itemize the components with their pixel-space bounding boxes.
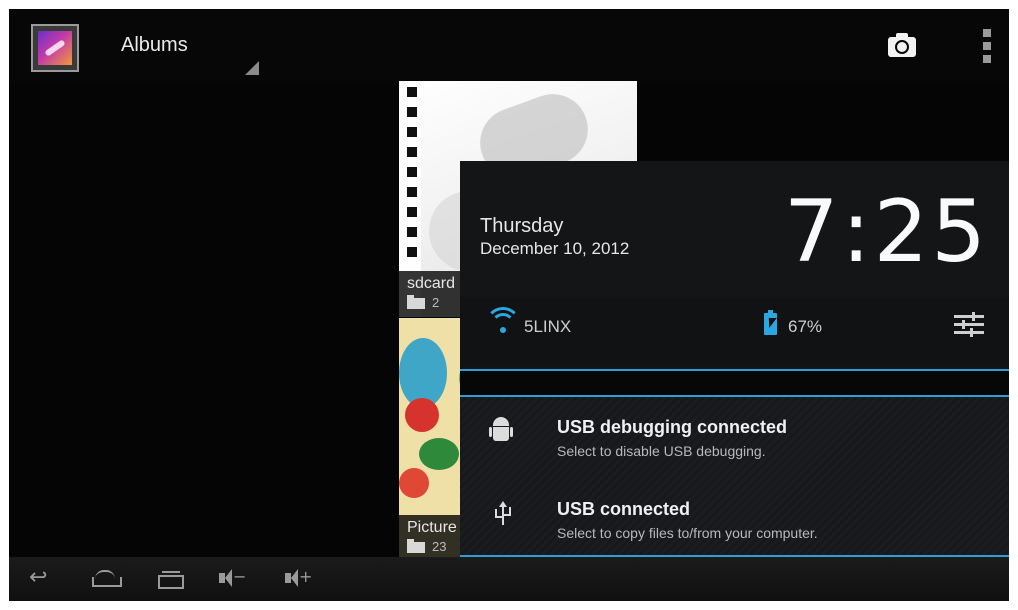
android-debug-icon (489, 417, 513, 445)
usb-branch (503, 514, 511, 516)
android-body (493, 427, 509, 441)
android-arm (510, 427, 513, 437)
action-bar: Albums (9, 9, 1009, 83)
battery-charging-icon (764, 310, 777, 335)
settings-slider-knob (970, 328, 973, 337)
usb-branch (495, 516, 503, 518)
android-head (493, 417, 509, 426)
overflow-dot (983, 55, 991, 63)
date-label: December 10, 2012 (480, 239, 630, 258)
shade-gap (460, 371, 1009, 395)
notification-title: USB debugging connected (557, 417, 788, 437)
clock-time: 7:25 (783, 182, 989, 282)
film-hole (407, 227, 417, 237)
notification-shade: Thursday December 10, 2012 7:25 5LINX 67… (460, 161, 1009, 557)
film-hole (407, 147, 417, 157)
overflow-dot (983, 42, 991, 50)
film-hole (407, 107, 417, 117)
gallery-app-icon[interactable] (31, 24, 79, 72)
album-name: sdcard (407, 275, 456, 292)
home-button[interactable] (89, 565, 123, 593)
back-button[interactable] (25, 565, 59, 593)
settings-slider-line (954, 323, 984, 326)
battery-percentage: 67% (788, 317, 823, 336)
camera-icon-body (888, 37, 916, 57)
notification-usb-debugging[interactable]: USB debugging connected Select to disabl… (460, 397, 1009, 475)
thumbnail-shape (405, 398, 439, 432)
date-time-header: Thursday December 10, 2012 7:25 (460, 161, 1009, 297)
volume-down-button[interactable]: − (215, 565, 249, 593)
wifi-arc (491, 313, 515, 337)
wifi-dot (500, 327, 506, 333)
notification-usb-connected[interactable]: USB connected Select to copy files to/fr… (460, 479, 1009, 557)
thumbnail-shape (399, 468, 429, 498)
settings-slider-knob (972, 312, 975, 321)
overflow-menu-icon (983, 29, 991, 37)
camera-button[interactable] (885, 31, 919, 61)
folder-icon (407, 539, 425, 553)
notification-title: USB connected (557, 499, 691, 519)
volume-up-button[interactable]: + (281, 565, 315, 593)
film-hole (407, 167, 417, 177)
plus-icon: + (299, 567, 313, 586)
album-name: Picture (407, 519, 457, 536)
folder-icon (407, 295, 425, 309)
album-count: 23 (432, 539, 447, 554)
film-hole (407, 87, 417, 97)
system-nav-bar: − + (9, 557, 1009, 601)
thumbnail-shape (419, 438, 459, 470)
android-arm (489, 427, 492, 437)
settings-sliders-icon (954, 315, 984, 318)
settings-slider-line (954, 331, 984, 334)
film-hole (407, 127, 417, 137)
usb-icon (494, 501, 512, 527)
film-hole (407, 247, 417, 257)
spinner-indicator-icon (245, 61, 259, 75)
film-hole (407, 207, 417, 217)
status-row: 5LINX 67% (460, 297, 1009, 365)
settings-slider-knob (962, 320, 965, 329)
quick-settings-button[interactable] (954, 309, 984, 339)
film-hole (407, 187, 417, 197)
album-count: 2 (432, 295, 440, 310)
wifi-network-name[interactable]: 5LINX (524, 317, 571, 337)
notification-text: Select to copy files to/from your comput… (557, 525, 818, 541)
overflow-menu-button[interactable] (979, 29, 995, 65)
weekday-label: Thursday (480, 215, 564, 237)
recent-apps-button[interactable] (152, 565, 186, 593)
wifi-icon (485, 307, 521, 337)
albums-spinner-title[interactable]: Albums (121, 34, 188, 57)
notification-list: USB debugging connected Select to disabl… (460, 397, 1009, 555)
device-screen: Albums sdcard 2 Picture 23 Thursday Dece… (9, 9, 1009, 601)
clock: 7:25 (784, 189, 989, 275)
notification-text: Select to disable USB debugging. (557, 443, 766, 459)
minus-icon: − (233, 567, 247, 586)
gallery-icon (38, 31, 72, 65)
